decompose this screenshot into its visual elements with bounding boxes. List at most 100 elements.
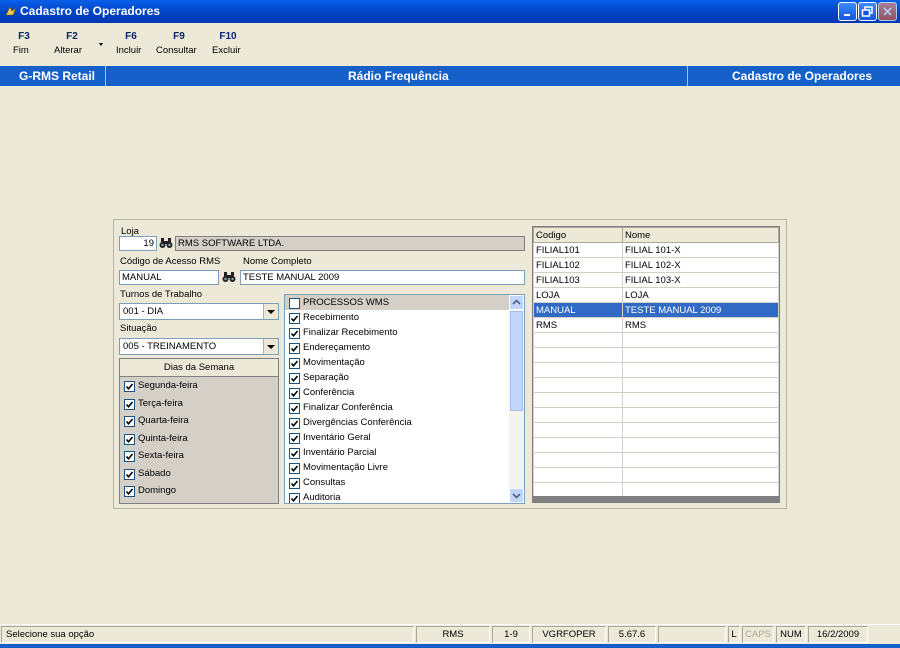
dropdown-arrow-icon[interactable]: [263, 339, 278, 354]
codigo-acesso-input[interactable]: MANUAL: [119, 270, 219, 285]
day-item[interactable]: Sábado: [120, 465, 278, 483]
turno-select[interactable]: 001 - DIA: [119, 303, 279, 320]
toolbar-incluir-button[interactable]: F6 Incluir: [116, 31, 146, 56]
day-item[interactable]: Terça-feira: [120, 395, 278, 413]
table-row[interactable]: RMS RMS: [533, 317, 779, 333]
cell-nome[interactable]: FILIAL 101-X: [622, 242, 779, 258]
cell-nome[interactable]: RMS: [622, 317, 779, 333]
cell-codigo[interactable]: FILIAL103: [533, 272, 623, 288]
cell-codigo[interactable]: LOJA: [533, 287, 623, 303]
toolbar-excluir-button[interactable]: F10 Excluir: [212, 31, 244, 56]
checkbox[interactable]: [289, 373, 300, 384]
cell-codigo[interactable]: RMS: [533, 317, 623, 333]
process-item[interactable]: Divergências Conferência: [285, 415, 524, 430]
checkbox[interactable]: [124, 381, 135, 392]
checkbox[interactable]: [289, 343, 300, 354]
process-item[interactable]: Auditoria: [285, 490, 524, 503]
table-row[interactable]: MANUAL TESTE MANUAL 2009: [533, 302, 779, 318]
checkbox[interactable]: [289, 463, 300, 474]
table-row[interactable]: FILIAL101 FILIAL 101-X: [533, 242, 779, 258]
cell-empty[interactable]: [622, 437, 779, 453]
cell-nome[interactable]: TESTE MANUAL 2009: [622, 302, 779, 318]
checkbox[interactable]: [289, 358, 300, 369]
checkbox[interactable]: [124, 433, 135, 445]
process-item[interactable]: Conferência: [285, 385, 524, 400]
process-item[interactable]: Finalizar Recebimento: [285, 325, 524, 340]
cell-codigo[interactable]: FILIAL101: [533, 242, 623, 258]
close-button[interactable]: [878, 2, 897, 21]
cell-empty[interactable]: [533, 362, 623, 378]
scroll-up-button[interactable]: [509, 295, 524, 310]
table-row[interactable]: [533, 392, 779, 408]
scroll-down-button[interactable]: [509, 488, 524, 503]
day-item[interactable]: Quinta-feira: [120, 430, 278, 448]
cell-empty[interactable]: [533, 392, 623, 408]
cell-empty[interactable]: [533, 422, 623, 438]
table-row[interactable]: [533, 437, 779, 453]
toolbar-consultar-button[interactable]: F9 Consultar: [156, 31, 202, 56]
cell-empty[interactable]: [622, 407, 779, 423]
minimize-button[interactable]: [838, 2, 857, 21]
cell-empty[interactable]: [622, 332, 779, 348]
process-item[interactable]: Inventário Parcial: [285, 445, 524, 460]
scroll-thumb[interactable]: [510, 311, 523, 411]
cell-empty[interactable]: [622, 347, 779, 363]
processes-header-row[interactable]: PROCESSOS WMS: [285, 295, 524, 310]
table-row[interactable]: LOJA LOJA: [533, 287, 779, 303]
process-item[interactable]: Endereçamento: [285, 340, 524, 355]
checkbox[interactable]: [289, 298, 300, 309]
checkbox[interactable]: [289, 403, 300, 414]
checkbox[interactable]: [124, 416, 135, 427]
table-row[interactable]: FILIAL103 FILIAL 103-X: [533, 272, 779, 288]
table-row[interactable]: [533, 407, 779, 423]
toolbar-fim-button[interactable]: F3 Fim: [13, 31, 35, 56]
cell-empty[interactable]: [622, 377, 779, 393]
table-row[interactable]: [533, 332, 779, 348]
checkbox[interactable]: [124, 398, 135, 410]
cell-nome[interactable]: LOJA: [622, 287, 779, 303]
process-item[interactable]: Separação: [285, 370, 524, 385]
checkbox[interactable]: [289, 493, 300, 503]
process-item[interactable]: Finalizar Conferência: [285, 400, 524, 415]
column-header-codigo[interactable]: Codigo: [533, 227, 623, 243]
cell-empty[interactable]: [533, 347, 623, 363]
cell-empty[interactable]: [622, 467, 779, 483]
table-row[interactable]: [533, 452, 779, 468]
alterar-dropdown-arrow-icon[interactable]: [99, 43, 103, 46]
day-item[interactable]: Quarta-feira: [120, 412, 278, 430]
binoculars-icon[interactable]: [159, 237, 173, 249]
day-item[interactable]: Segunda-feira: [120, 377, 278, 395]
checkbox[interactable]: [289, 388, 300, 399]
table-row[interactable]: [533, 467, 779, 483]
loja-code-input[interactable]: 19: [119, 236, 157, 251]
day-item[interactable]: Domingo: [120, 482, 278, 500]
checkbox[interactable]: [289, 448, 300, 459]
cell-empty[interactable]: [533, 332, 623, 348]
cell-codigo[interactable]: MANUAL: [533, 302, 623, 318]
checkbox[interactable]: [124, 468, 135, 480]
table-row[interactable]: [533, 422, 779, 438]
process-item[interactable]: Recebimento: [285, 310, 524, 325]
day-item[interactable]: Sexta-feira: [120, 447, 278, 465]
situacao-select[interactable]: 005 - TREINAMENTO: [119, 338, 279, 355]
dropdown-arrow-icon[interactable]: [263, 304, 278, 319]
nome-completo-input[interactable]: TESTE MANUAL 2009: [240, 270, 525, 285]
cell-empty[interactable]: [622, 452, 779, 468]
cell-empty[interactable]: [533, 467, 623, 483]
process-item[interactable]: Movimentação Livre: [285, 460, 524, 475]
processes-scrollbar[interactable]: [509, 295, 524, 503]
cell-codigo[interactable]: FILIAL102: [533, 257, 623, 273]
table-row[interactable]: [533, 347, 779, 363]
title-bar[interactable]: Cadastro de Operadores: [0, 0, 900, 23]
cell-nome[interactable]: FILIAL 102-X: [622, 257, 779, 273]
table-row[interactable]: FILIAL102 FILIAL 102-X: [533, 257, 779, 273]
column-header-nome[interactable]: Nome: [622, 227, 779, 243]
binoculars-icon[interactable]: [222, 271, 236, 283]
process-item[interactable]: Inventário Geral: [285, 430, 524, 445]
cell-empty[interactable]: [533, 377, 623, 393]
checkbox[interactable]: [124, 451, 135, 462]
maximize-button[interactable]: [858, 2, 877, 21]
toolbar-alterar-button[interactable]: F2 Alterar: [54, 31, 90, 56]
table-row[interactable]: [533, 362, 779, 378]
cell-empty[interactable]: [533, 452, 623, 468]
